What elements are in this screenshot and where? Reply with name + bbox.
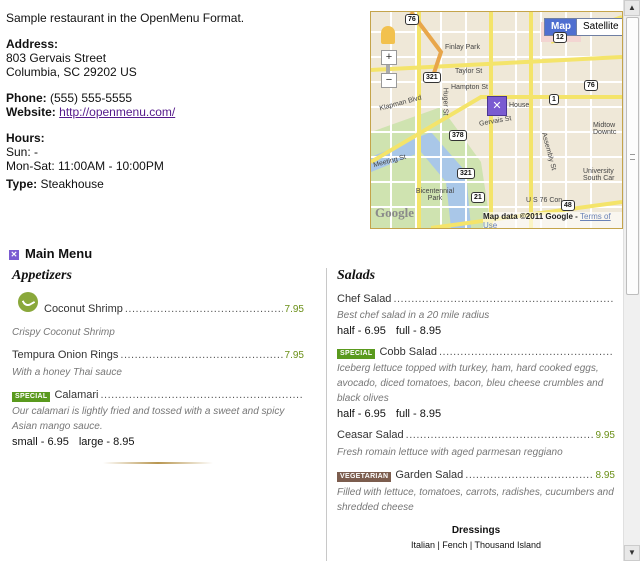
item-description: Fresh romain lettuce with aged parmesan … <box>337 447 563 458</box>
scroll-up-arrow-icon[interactable]: ▲ <box>624 0 640 16</box>
item-description: Filled with lettuce, tomatoes, carrots, … <box>337 487 614 513</box>
route-shield: 48 <box>561 200 575 211</box>
dressings-block: Dressings Italian | Fench | Thousand Isl… <box>337 525 615 550</box>
menu-item: Ceasar Salad 9.95 Fresh romain lettuce wi… <box>337 428 615 460</box>
address-line2: Columbia, SC 29202 US <box>6 65 137 79</box>
item-description: With a honey Thai sauce <box>12 367 122 378</box>
scroll-down-arrow-icon[interactable]: ▼ <box>624 545 640 561</box>
item-name: Calamari <box>54 389 99 401</box>
main-menu-title: Main Menu <box>25 246 93 261</box>
route-shield: 321 <box>457 168 475 179</box>
item-description: Our calamari is lightly fried and tossed… <box>12 406 285 432</box>
item-price: 8.95 <box>595 470 615 481</box>
route-shield: 21 <box>471 192 485 203</box>
item-name: Cobb Salad <box>379 346 437 358</box>
page: Sample restaurant in the OpenMenu Format… <box>0 0 624 561</box>
address-label: Address: <box>6 37 59 51</box>
map-zoom-control[interactable]: + − <box>381 50 397 88</box>
google-logo: Google <box>375 205 414 220</box>
item-name: Coconut Shrimp <box>44 303 123 315</box>
map-label-us76: U S 76 Con <box>526 197 563 204</box>
item-description: Best chef salad in a 20 mile radius <box>337 310 490 321</box>
appetizers-column: Appetizers Coconut Shrimp 7.95 Crispy Coc… <box>12 266 304 464</box>
map-credit-text: Map data ©2011 Google - <box>483 212 581 221</box>
type-value: Steakhouse <box>40 177 104 191</box>
column-divider <box>326 268 327 561</box>
zoom-in-icon[interactable]: + <box>381 50 397 65</box>
item-size-price: large - 8.95 <box>78 436 135 448</box>
restaurant-marker-icon[interactable]: ✕ <box>487 96 507 116</box>
healthy-leaf-icon <box>18 292 38 312</box>
menu-item: SPECIALCobb Salad Iceberg lettuce topped… <box>337 345 615 420</box>
satellite-view-button[interactable]: Satellite <box>576 18 622 36</box>
map-label-taylor: Taylor St <box>455 68 483 75</box>
section-ornament <box>103 462 213 464</box>
route-shield: 76 <box>405 14 419 25</box>
hours-mon-sat: Mon-Sat: 11:00AM - 10:00PM <box>6 159 164 173</box>
address-line1: 803 Gervais Street <box>6 51 107 65</box>
item-size-price: full - 8.95 <box>395 325 442 337</box>
map-label-midtown: Midtow Downtc <box>593 122 617 136</box>
restaurant-info: Sample restaurant in the OpenMenu Format… <box>6 11 356 191</box>
appetizers-title: Appetizers <box>12 268 72 283</box>
menu-item: Chef Salad Best chef salad in a 20 mile … <box>337 292 615 337</box>
menu-item: VEGETARIANGarden Salad 8.95 Filled with l… <box>337 468 615 515</box>
phone-value: (555) 555-5555 <box>50 91 133 105</box>
scrollbar-thumb[interactable] <box>626 17 639 295</box>
hours-sun: Sun: - <box>6 145 39 159</box>
route-shield: 378 <box>449 130 467 141</box>
map-label-bicentennial: Bicentennial Park <box>415 188 455 202</box>
map-label-hampton: Hampton St <box>451 84 488 91</box>
item-price: 7.95 <box>284 350 304 361</box>
route-shield: 76 <box>584 80 598 91</box>
street-view-pegman-icon[interactable] <box>381 26 395 44</box>
website-label: Website: <box>6 105 56 119</box>
menu-item: SPECIALCalamari Our calamari is lightly … <box>12 388 304 448</box>
main-menu-heading[interactable]: ✕ Main Menu <box>9 246 92 261</box>
dressings-title: Dressings <box>451 525 501 536</box>
item-size-price: small - 6.95 <box>12 436 69 448</box>
salads-column: Salads Chef Salad Best chef salad in a 2… <box>337 266 615 561</box>
item-description: Crispy Coconut Shrimp <box>12 327 115 338</box>
map-label-university: University South Car <box>583 168 615 182</box>
website-link[interactable]: http://openmenu.com/ <box>59 105 175 119</box>
item-description: Iceberg lettuce topped with turkey, ham,… <box>337 363 604 404</box>
location-map[interactable]: + − Map Satellite Finlay Park Taylor St … <box>370 11 623 229</box>
item-size-price: full - 8.95 <box>395 408 442 420</box>
route-shield: 12 <box>553 32 567 43</box>
vertical-scrollbar[interactable]: ▲ ▼ <box>623 0 640 561</box>
type-label: Type: <box>6 177 38 191</box>
map-credit: Map data ©2011 Google - Terms of Use <box>483 212 622 228</box>
item-name: Chef Salad <box>337 293 392 305</box>
menu-item: Coconut Shrimp 7.95 Crispy Coconut Shrimp <box>12 292 304 340</box>
menu-item: Tempura Onion Rings 7.95 With a honey Tha… <box>12 348 304 380</box>
phone-label: Phone: <box>6 91 47 105</box>
item-price: 7.95 <box>284 304 304 315</box>
map-label-house: House <box>509 102 530 109</box>
zoom-out-icon[interactable]: − <box>381 73 397 88</box>
special-badge: SPECIAL <box>12 392 51 402</box>
intro-text: Sample restaurant in the OpenMenu Format… <box>6 11 245 25</box>
hours-label: Hours: <box>6 131 45 145</box>
vegetarian-badge: VEGETARIAN <box>337 472 392 482</box>
item-size-price: half - 6.95 <box>337 325 386 337</box>
menu-toggle-icon[interactable]: ✕ <box>9 250 19 260</box>
special-badge: SPECIAL <box>337 349 376 359</box>
item-size-price: half - 6.95 <box>337 408 386 420</box>
route-shield: 321 <box>423 72 441 83</box>
map-label-finlay: Finlay Park <box>445 44 481 51</box>
item-price: 9.95 <box>595 430 615 441</box>
item-name: Ceasar Salad <box>337 429 404 441</box>
route-shield: 1 <box>549 94 559 105</box>
item-name: Garden Salad <box>395 469 464 481</box>
item-name: Tempura Onion Rings <box>12 349 119 361</box>
salads-title: Salads <box>337 268 376 283</box>
dressings-list: Italian | Fench | Thousand Island <box>410 540 542 550</box>
map-label-huger: Huger St <box>441 87 449 116</box>
